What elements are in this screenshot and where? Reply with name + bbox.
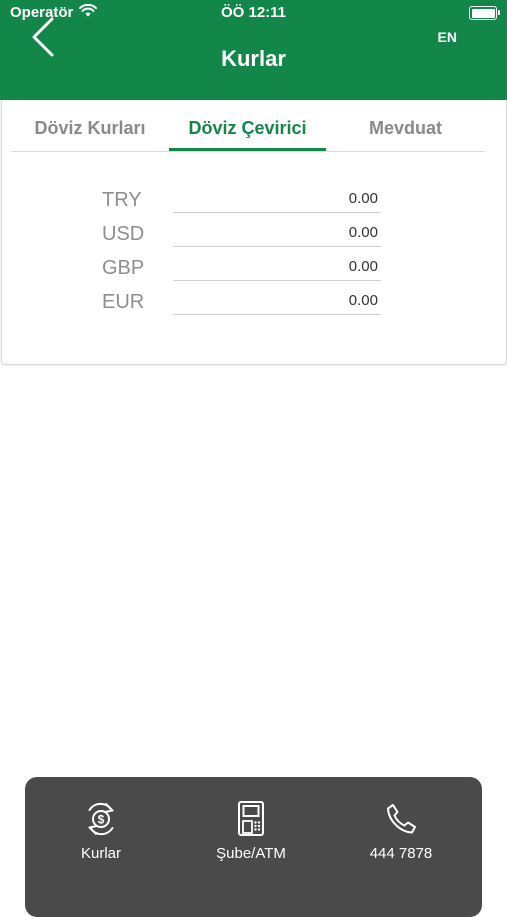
battery-icon (469, 6, 500, 20)
svg-text:$: $ (98, 813, 105, 827)
currency-label: TRY (102, 189, 142, 211)
amount-field-usd[interactable]: 0.00 (173, 218, 381, 247)
status-time: ÖÖ 12:11 (220, 4, 287, 21)
converter-card: Döviz Kurları Döviz Çevirici Mevduat TRY… (1, 100, 507, 365)
converter-rows: TRY 0.00 USD 0.00 GBP 0.00 EUR 0.00 (2, 184, 506, 320)
nav-phone-button[interactable]: 444 7878 (341, 799, 461, 862)
currency-label: GBP (102, 257, 145, 279)
atm-icon (238, 801, 264, 836)
nav-rates-button[interactable]: $ Kurlar (41, 799, 161, 862)
header-bar: Operatör ÖÖ 12:11 Kurlar EN (0, 0, 507, 100)
tab-deposit[interactable]: Mevduat (326, 100, 485, 151)
currency-label: USD (102, 223, 145, 245)
converter-row-try: TRY 0.00 (2, 184, 506, 218)
tab-currency-converter[interactable]: Döviz Çevirici (169, 100, 326, 151)
nav-branch-atm-button[interactable]: Şube/ATM (191, 799, 311, 862)
phone-icon (387, 804, 416, 834)
amount-field-gbp[interactable]: 0.00 (173, 252, 381, 281)
amount-field-try[interactable]: 0.00 (173, 184, 381, 213)
bottom-navigation: $ Kurlar Şube/ATM 444 7878 (25, 777, 482, 917)
converter-row-eur: EUR 0.00 (2, 286, 506, 320)
nav-label: 444 7878 (369, 845, 433, 862)
page-title: Kurlar (221, 46, 286, 71)
language-toggle[interactable]: EN (438, 29, 457, 45)
converter-row-gbp: GBP 0.00 (2, 252, 506, 286)
nav-label: Şube/ATM (216, 845, 286, 862)
tab-bar: Döviz Kurları Döviz Çevirici Mevduat (11, 100, 485, 152)
tab-exchange-rates[interactable]: Döviz Kurları (11, 100, 169, 151)
currency-exchange-icon: $ (88, 803, 114, 835)
converter-row-usd: USD 0.00 (2, 218, 506, 252)
amount-field-eur[interactable]: 0.00 (173, 286, 381, 315)
currency-label: EUR (102, 291, 145, 313)
nav-label: Kurlar (80, 845, 121, 862)
